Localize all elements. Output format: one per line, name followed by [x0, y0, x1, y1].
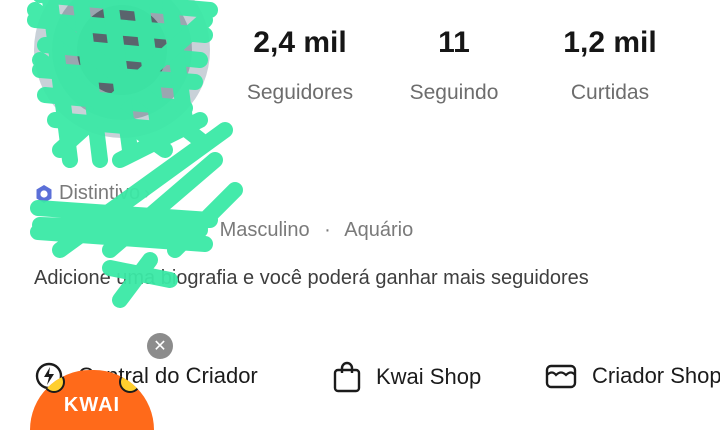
- criador-shop-label: Criador Shop: [592, 363, 720, 388]
- kwai-shop-button[interactable]: Kwai Shop: [332, 361, 481, 393]
- chevron-right-icon: ›: [144, 183, 151, 203]
- store-icon: [545, 364, 577, 389]
- likes-stat[interactable]: 1,2 mil Curtidas: [550, 26, 670, 106]
- close-icon: ✕: [153, 338, 167, 355]
- followers-count: 2,4 mil: [253, 26, 347, 59]
- bio-placeholder[interactable]: Adicione uma biografia e você poderá gan…: [34, 266, 634, 291]
- criador-shop-button[interactable]: Criador Shop: [544, 361, 720, 391]
- kwai-promo-badge[interactable]: KWAI: [30, 370, 154, 430]
- kwai-shop-label: Kwai Shop: [376, 364, 482, 389]
- following-label: Seguindo: [409, 81, 499, 104]
- zodiac-label: Aquário: [344, 219, 414, 241]
- separator-dot: ·: [324, 219, 331, 241]
- followers-label: Seguidores: [246, 81, 354, 104]
- badge-link[interactable]: Distintivo ›: [34, 182, 150, 205]
- following-stat[interactable]: 11 Seguindo: [398, 26, 510, 106]
- close-promo-button[interactable]: ✕: [147, 333, 173, 359]
- badge-label: Distintivo: [59, 182, 141, 204]
- likes-count: 1,2 mil: [563, 26, 657, 59]
- badge-icon: [36, 184, 52, 203]
- shopping-bag-icon: [333, 361, 361, 393]
- gender-label: Masculino: [219, 219, 310, 241]
- following-count: 11: [438, 26, 470, 59]
- followers-stat[interactable]: 2,4 mil Seguidores: [232, 26, 368, 106]
- likes-label: Curtidas: [570, 81, 650, 104]
- kwai-promo-label: KWAI: [63, 394, 121, 416]
- profile-stats: 2,4 mil Seguidores 11 Seguindo 1,2 mil C…: [0, 26, 720, 116]
- profile-meta: Masculino · Aquário: [34, 219, 414, 242]
